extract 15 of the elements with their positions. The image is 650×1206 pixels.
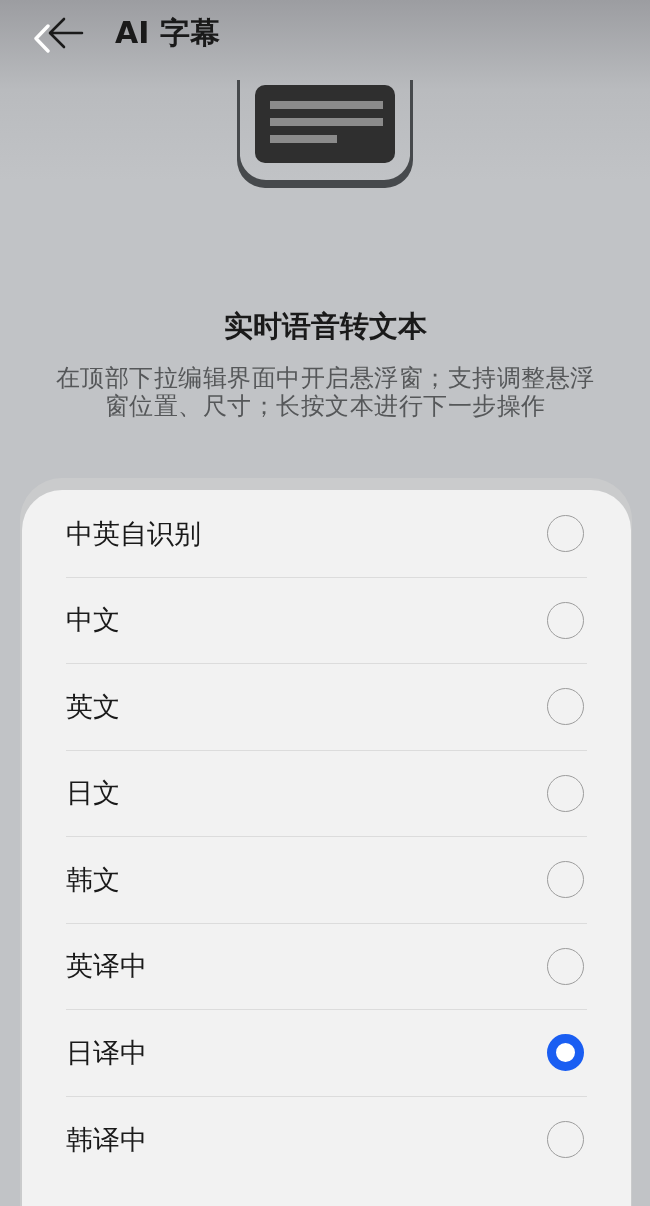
chevron-icon [33, 24, 51, 53]
option-label: 英文 [66, 690, 120, 723]
radio-button[interactable] [547, 1034, 584, 1072]
feature-description: 在顶部下拉编辑界面中开启悬浮窗；支持调整悬浮窗位置、尺寸；长按文本进行下一步操作 [54, 364, 596, 420]
back-button[interactable] [48, 16, 84, 50]
back-arrow-icon [48, 17, 84, 49]
option-label: 中文 [66, 604, 120, 637]
option-label: 日文 [66, 777, 120, 810]
option-label: 韩文 [66, 863, 120, 896]
option-label: 英译中 [66, 950, 147, 983]
feature-title: 实时语音转文本 [222, 308, 428, 345]
option-label: 韩译中 [66, 1123, 147, 1156]
page-title: AI 字幕 [115, 18, 220, 48]
option-label: 中英自识别 [66, 517, 201, 550]
option-label: 日译中 [66, 1036, 147, 1069]
